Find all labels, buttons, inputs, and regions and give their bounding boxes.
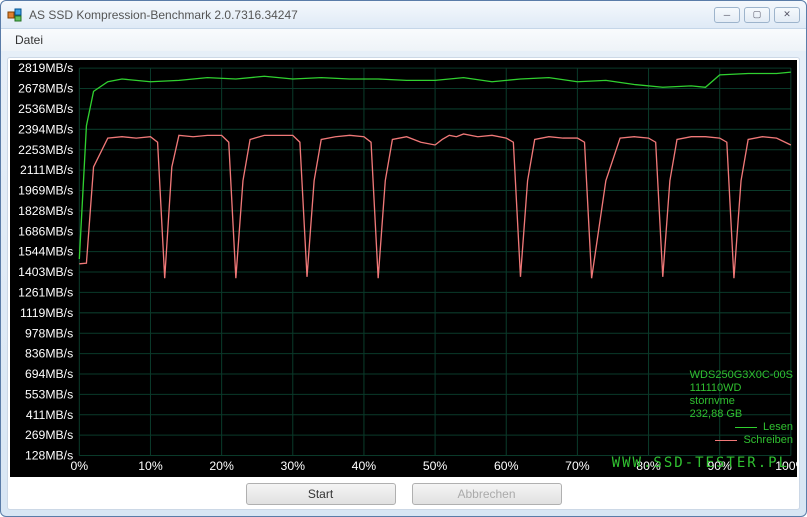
svg-text:553MB/s: 553MB/s	[25, 387, 73, 401]
svg-text:2819MB/s: 2819MB/s	[18, 61, 73, 75]
svg-text:1544MB/s: 1544MB/s	[18, 245, 73, 259]
device-info: WDS250G3X0C-00S 111110WD stornvme 232,88…	[690, 369, 793, 447]
device-model: WDS250G3X0C-00S	[690, 369, 793, 382]
legend-read-label: Lesen	[763, 421, 793, 434]
svg-text:40%: 40%	[352, 459, 377, 473]
compression-chart: 128MB/s 269MB/s 411MB/s 553MB/s 694MB/s 836MB…	[10, 60, 797, 477]
svg-text:70%: 70%	[565, 459, 590, 473]
minimize-button[interactable]: ─	[714, 7, 740, 23]
window-title: AS SSD Kompression-Benchmark 2.0.7316.34…	[29, 8, 714, 22]
legend-write-label: Schreiben	[743, 434, 793, 447]
button-row: Start Abbrechen	[10, 477, 797, 507]
legend-write: Schreiben	[690, 434, 793, 447]
maximize-button[interactable]: ▢	[744, 7, 770, 23]
cancel-button: Abbrechen	[412, 483, 562, 505]
device-driver: stornvme	[690, 395, 793, 408]
svg-text:694MB/s: 694MB/s	[25, 367, 73, 381]
close-button[interactable]: ✕	[774, 7, 800, 23]
maximize-icon: ▢	[753, 9, 762, 20]
close-icon: ✕	[783, 9, 791, 20]
svg-text:2253MB/s: 2253MB/s	[18, 143, 73, 157]
svg-text:10%: 10%	[138, 459, 163, 473]
legend-read: Lesen	[690, 421, 793, 434]
svg-text:30%: 30%	[281, 459, 306, 473]
device-capacity: 232,88 GB	[690, 408, 793, 421]
svg-text:2536MB/s: 2536MB/s	[18, 102, 73, 116]
svg-text:836MB/s: 836MB/s	[25, 347, 73, 361]
window-controls: ─ ▢ ✕	[714, 7, 800, 23]
svg-text:2111MB/s: 2111MB/s	[20, 163, 73, 177]
legend-write-swatch	[715, 440, 737, 441]
svg-text:60%: 60%	[494, 459, 519, 473]
svg-text:1828MB/s: 1828MB/s	[18, 204, 73, 218]
svg-text:978MB/s: 978MB/s	[25, 326, 73, 340]
svg-text:2678MB/s: 2678MB/s	[18, 82, 73, 96]
chart-area: 128MB/s 269MB/s 411MB/s 553MB/s 694MB/s 836MB…	[10, 60, 797, 477]
content-panel: 128MB/s 269MB/s 411MB/s 553MB/s 694MB/s 836MB…	[7, 57, 800, 510]
svg-text:0%: 0%	[70, 459, 88, 473]
svg-text:2394MB/s: 2394MB/s	[18, 122, 73, 136]
watermark: WWW.SSD-TESTER.PL	[612, 455, 789, 471]
legend-read-swatch	[735, 427, 757, 428]
device-firmware: 111110WD	[690, 382, 793, 395]
titlebar: AS SSD Kompression-Benchmark 2.0.7316.34…	[1, 1, 806, 29]
svg-text:1261MB/s: 1261MB/s	[18, 286, 73, 300]
svg-text:128MB/s: 128MB/s	[25, 449, 73, 463]
svg-text:1969MB/s: 1969MB/s	[18, 184, 73, 198]
svg-text:1403MB/s: 1403MB/s	[18, 265, 73, 279]
svg-text:1119MB/s: 1119MB/s	[20, 306, 73, 320]
svg-text:269MB/s: 269MB/s	[25, 428, 73, 442]
menu-file[interactable]: Datei	[9, 31, 49, 49]
menubar: Datei	[1, 29, 806, 51]
svg-text:1686MB/s: 1686MB/s	[18, 224, 73, 238]
svg-text:411MB/s: 411MB/s	[26, 408, 73, 422]
start-button[interactable]: Start	[246, 483, 396, 505]
minimize-icon: ─	[724, 10, 730, 20]
app-window: AS SSD Kompression-Benchmark 2.0.7316.34…	[0, 0, 807, 517]
svg-text:50%: 50%	[423, 459, 448, 473]
svg-text:20%: 20%	[209, 459, 234, 473]
app-icon	[7, 7, 23, 23]
